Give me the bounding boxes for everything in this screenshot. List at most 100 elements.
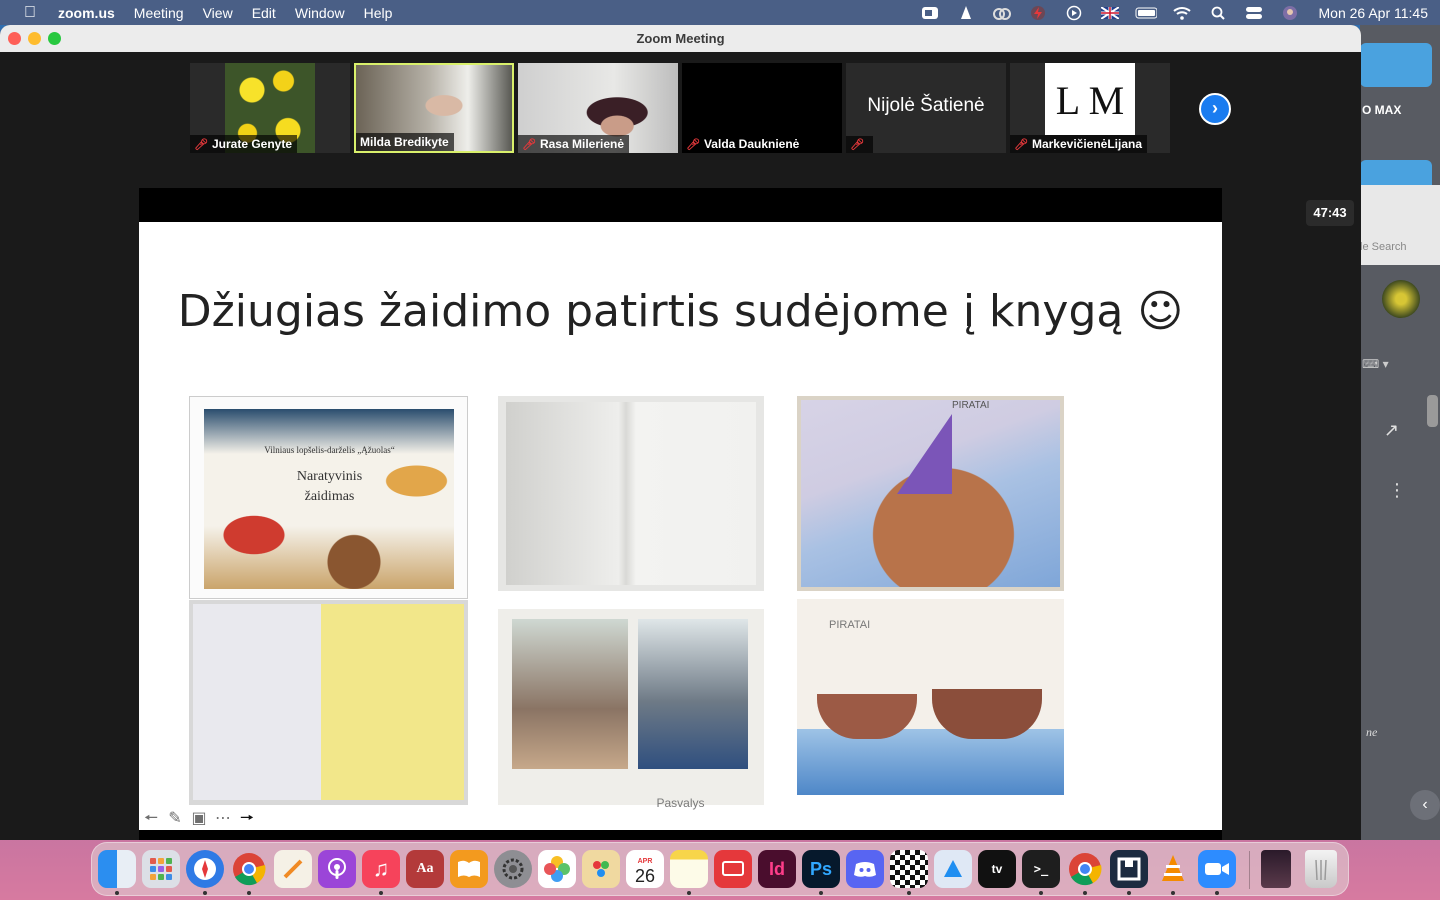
participant-name-tag: 🎤︎ Jurate Genyte — [190, 135, 298, 153]
drawing-label: PIRATAI — [952, 400, 990, 411]
music-icon[interactable]: ♫ — [362, 850, 400, 888]
battery-icon[interactable] — [1135, 5, 1157, 21]
terminal-icon[interactable]: >_ — [1022, 850, 1060, 888]
wifi-icon[interactable] — [1171, 5, 1193, 21]
menu-view[interactable]: View — [203, 5, 233, 21]
presentation-controls: 🠔 ✎ ▣ ⋯ 🠖 — [141, 809, 261, 829]
chevron-left-icon[interactable]: ‹ — [1410, 790, 1440, 820]
finder-icon[interactable] — [98, 850, 136, 888]
participant-name-tag: 🎤︎ Valda Dauknienė — [682, 135, 805, 153]
more-options-icon[interactable]: ⋮ — [1388, 480, 1406, 501]
bolt-icon[interactable] — [1027, 5, 1049, 21]
photoshop-icon[interactable]: Ps — [802, 850, 840, 888]
chrome-icon-2[interactable] — [1066, 850, 1104, 888]
folder-icon[interactable] — [1360, 43, 1432, 87]
user-avatar-icon[interactable] — [1279, 5, 1301, 21]
participant-tile[interactable]: 🎤︎ Valda Dauknienė — [682, 63, 842, 153]
participant-display-name: Nijolė Šatienė — [867, 95, 985, 116]
menu-clock[interactable]: Mon 26 Apr 11:45 — [1319, 5, 1428, 21]
vlc-icon[interactable] — [1154, 850, 1192, 888]
photo-book-cover: Vilniaus lopšelis-darželis „Ąžuolas“ Nar… — [189, 396, 468, 599]
control-center-icon[interactable] — [1243, 5, 1265, 21]
menu-app[interactable]: zoom.us — [58, 5, 115, 21]
creative-cloud-icon[interactable] — [991, 5, 1013, 21]
running-indicator — [247, 891, 251, 895]
muted-mic-icon: 🎤︎ — [522, 138, 536, 151]
profile-avatar[interactable] — [1382, 280, 1420, 318]
participant-tile[interactable]: 🎤︎ Jurate Genyte — [190, 63, 350, 153]
running-indicator — [1127, 891, 1131, 895]
previous-slide-icon[interactable]: 🠔 — [141, 809, 161, 829]
photo-pirate-ships-drawing: PIRATAI — [797, 599, 1064, 795]
running-indicator — [1083, 891, 1087, 895]
next-slide-icon[interactable]: 🠖 — [237, 809, 257, 829]
calendar-day: 26 — [634, 866, 656, 886]
participant-name: Rasa Milerienė — [539, 137, 625, 151]
search-placeholder[interactable]: le Search — [1360, 241, 1406, 253]
portrait-icon[interactable] — [1261, 850, 1291, 888]
uk-flag-icon[interactable] — [1099, 5, 1121, 21]
apple-menu-icon[interactable]:  — [20, 4, 40, 22]
keynote-icon[interactable] — [934, 850, 972, 888]
participant-name: Milda Bredikyte — [360, 135, 449, 149]
participant-avatar-initials: L M — [1045, 63, 1135, 135]
dock: ♫ Aa APR 26 Id Ps tv >_ — [91, 842, 1349, 896]
zoom-icon[interactable] — [1198, 850, 1236, 888]
chess-icon[interactable] — [890, 850, 928, 888]
vlc-status-icon[interactable] — [955, 5, 977, 21]
muted-mic-icon: 🎤︎ — [194, 138, 208, 151]
participant-name-tag: 🎤︎ MarkevičienėLijana — [1010, 135, 1148, 153]
pen-icon[interactable]: ✎ — [165, 809, 185, 829]
calendar-icon[interactable]: APR 26 — [626, 850, 664, 888]
participant-tile[interactable]: 🎤︎ Rasa Milerienė — [518, 63, 678, 153]
keyboard-dropdown-icon[interactable]: ⌨ ▾ — [1362, 357, 1389, 371]
running-indicator — [1171, 891, 1175, 895]
menu-window[interactable]: Window — [295, 5, 345, 21]
window-title: Zoom Meeting — [636, 31, 725, 46]
background-window: O MAX le Search ⌨ ▾ ↗ ⋮ ne ‹ — [1360, 25, 1440, 840]
indesign-icon[interactable]: Id — [758, 850, 796, 888]
dictionary-icon[interactable]: Aa — [406, 850, 444, 888]
next-participants-button[interactable]: › — [1199, 93, 1231, 125]
podcasts-icon[interactable] — [318, 850, 356, 888]
spotlight-search-icon[interactable] — [1207, 5, 1229, 21]
screenflick-icon[interactable] — [1110, 850, 1148, 888]
play-icon[interactable] — [1063, 5, 1085, 21]
meeting-timer: 47:43 — [1306, 200, 1354, 226]
books-icon[interactable] — [450, 850, 488, 888]
participant-tile-active-speaker[interactable]: Milda Bredikyte — [354, 63, 514, 153]
photo-pirate-drawing: PIRATAI — [797, 396, 1064, 591]
menu-meeting[interactable]: Meeting — [134, 5, 184, 21]
photos-icon[interactable] — [538, 850, 576, 888]
safari-icon[interactable] — [186, 850, 224, 888]
system-preferences-icon[interactable] — [494, 850, 532, 888]
notes-icon[interactable] — [670, 850, 708, 888]
folder-icon-2[interactable] — [1360, 160, 1432, 186]
zoom-status-icon[interactable] — [919, 5, 941, 21]
participant-tile[interactable]: L M 🎤︎ MarkevičienėLijana — [1010, 63, 1170, 153]
colour-picker-icon[interactable] — [582, 850, 620, 888]
scrollbar-thumb[interactable] — [1427, 395, 1438, 427]
close-window-button[interactable] — [8, 32, 21, 45]
screen-mirror-icon[interactable] — [714, 850, 752, 888]
slides-overview-icon[interactable]: ▣ — [189, 809, 209, 829]
menu-help[interactable]: Help — [364, 5, 393, 21]
trash-icon[interactable] — [1305, 850, 1337, 888]
participant-name-tag: Milda Bredikyte — [356, 133, 454, 151]
browser-panel — [1360, 185, 1440, 265]
dock-separator — [1249, 851, 1250, 889]
pages-icon[interactable] — [274, 850, 312, 888]
launchpad-icon[interactable] — [142, 850, 180, 888]
book-title-line-1: Naratyvinis — [296, 469, 363, 484]
maximize-window-button[interactable] — [48, 32, 61, 45]
participant-name-tag: 🎤︎ Rasa Milerienė — [518, 135, 630, 153]
chrome-icon[interactable] — [230, 850, 268, 888]
discord-icon[interactable] — [846, 850, 884, 888]
open-external-icon[interactable]: ↗ — [1384, 420, 1399, 441]
muted-mic-icon: 🎤︎ — [850, 139, 864, 151]
more-options-icon[interactable]: ⋯ — [213, 809, 233, 829]
apple-tv-icon[interactable]: tv — [978, 850, 1016, 888]
menu-edit[interactable]: Edit — [252, 5, 276, 21]
participant-tile[interactable]: Nijolė Šatienė 🎤︎ — [846, 63, 1006, 153]
minimize-window-button[interactable] — [28, 32, 41, 45]
